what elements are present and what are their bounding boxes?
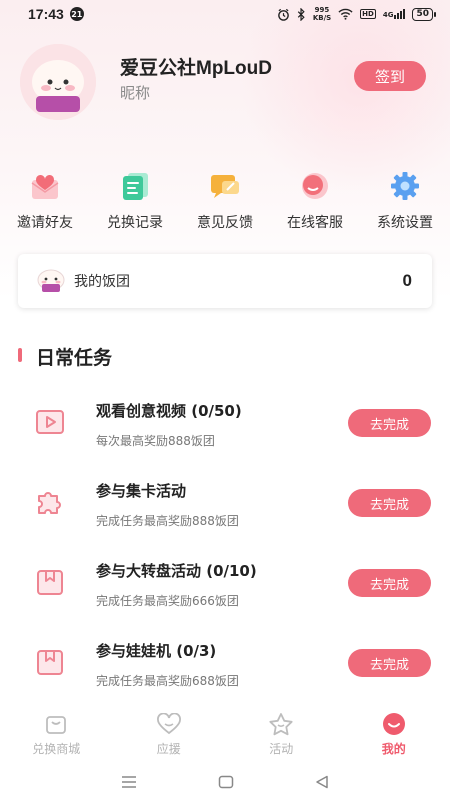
customer-service-icon	[298, 170, 332, 202]
net-speed-value: 995	[314, 6, 330, 14]
bottom-navigation: 兑换商城 应援 活动 我的	[0, 706, 450, 764]
status-bar: 17:43 21 995 KB/S HD 4G 50	[0, 0, 450, 28]
star-icon	[268, 712, 294, 736]
quick-action-invite-friends[interactable]: 邀请好友	[0, 170, 90, 236]
status-time: 17:43	[28, 6, 64, 22]
quick-action-customer-service[interactable]: 在线客服	[270, 170, 360, 236]
task-title: 参与集卡活动	[96, 482, 187, 500]
battery-icon: 50	[412, 7, 436, 21]
task-title: 参与娃娃机 (0/3)	[96, 642, 217, 660]
nav-label: 兑换商城	[32, 742, 81, 756]
hd-badge: HD	[360, 9, 376, 19]
task-complete-button[interactable]: 去完成	[348, 409, 431, 437]
document-icon	[118, 170, 152, 202]
nav-label: 活动	[269, 742, 294, 756]
task-complete-button[interactable]: 去完成	[348, 569, 431, 597]
nav-tab-activities[interactable]: 活动	[225, 706, 338, 764]
nav-label: 应援	[156, 742, 181, 756]
rice-ball-count: 0	[402, 271, 412, 290]
avatar-image	[20, 44, 96, 120]
task-complete-button[interactable]: 去完成	[348, 649, 431, 677]
daily-tasks-title: 日常任务	[36, 347, 113, 369]
alarm-icon	[277, 8, 289, 21]
system-navigation-bar	[0, 764, 450, 800]
task-complete-button[interactable]: 去完成	[348, 489, 431, 517]
nickname[interactable]: 昵称	[120, 82, 150, 103]
task-title: 参与大转盘活动 (0/10)	[96, 562, 257, 580]
video-play-icon	[36, 410, 64, 434]
nav-tab-mine[interactable]: 我的	[338, 706, 450, 764]
quick-action-system-settings[interactable]: 系统设置	[360, 170, 450, 236]
task-item-watch-video: 观看创意视频 (0/50) 每次最高奖励888饭团 去完成	[0, 384, 450, 464]
task-item-card-collection: 参与集卡活动 完成任务最高奖励888饭团 去完成	[0, 464, 450, 544]
task-item-big-wheel: 参与大转盘活动 (0/10) 完成任务最高奖励666饭团 去完成	[0, 544, 450, 624]
quick-action-label: 兑换记录	[107, 215, 163, 231]
shop-bag-icon	[43, 712, 69, 736]
wifi-icon	[338, 8, 353, 20]
quick-actions: 邀请好友 兑换记录 意见反馈 在线客服 系统设置	[0, 170, 450, 236]
home-icon[interactable]	[218, 775, 234, 789]
feedback-icon	[208, 170, 242, 202]
rice-ball-label: 我的饭团	[74, 274, 130, 290]
quick-action-exchange-records[interactable]: 兑换记录	[90, 170, 180, 236]
my-rice-ball-card[interactable]: 我的饭团 0	[18, 254, 432, 308]
status-icons: 995 KB/S HD 4G 50	[277, 6, 436, 22]
bookmark-icon	[37, 570, 63, 595]
network-type: 4G	[382, 11, 394, 19]
checkin-button[interactable]: 签到	[354, 61, 426, 91]
signal-icon: 4G	[383, 9, 406, 19]
task-description: 完成任务最高奖励666饭团	[96, 594, 239, 608]
nav-tab-support[interactable]: 应援	[113, 706, 226, 764]
quick-action-feedback[interactable]: 意见反馈	[180, 170, 270, 236]
quick-action-label: 系统设置	[377, 215, 433, 231]
task-description: 完成任务最高奖励888饭团	[96, 514, 239, 528]
menu-icon[interactable]	[121, 776, 137, 788]
task-description: 完成任务最高奖励688饭团	[96, 674, 239, 688]
net-speed-unit: KB/S	[312, 14, 332, 22]
task-description: 每次最高奖励888饭团	[96, 434, 215, 448]
quick-action-label: 在线客服	[287, 215, 343, 231]
net-speed: 995 KB/S	[313, 6, 331, 22]
username: 爱豆公社MpLouD	[120, 58, 272, 79]
section-accent-bar	[18, 348, 22, 362]
task-title: 观看创意视频 (0/50)	[96, 402, 242, 420]
bookmark-icon	[37, 650, 63, 675]
quick-action-label: 意见反馈	[197, 215, 253, 231]
smile-icon	[381, 712, 407, 736]
avatar[interactable]	[20, 44, 96, 120]
heart-envelope-icon	[28, 170, 62, 202]
notification-badge: 21	[69, 7, 84, 21]
quick-action-label: 邀请好友	[17, 215, 73, 231]
battery-level: 50	[412, 7, 433, 21]
task-item-claw-machine: 参与娃娃机 (0/3) 完成任务最高奖励688饭团 去完成	[0, 624, 450, 704]
gear-icon	[388, 170, 422, 202]
rice-ball-icon	[37, 269, 65, 292]
puzzle-icon	[38, 492, 61, 514]
nav-tab-exchange-mall[interactable]: 兑换商城	[0, 706, 113, 764]
heart-icon	[156, 712, 182, 736]
back-icon[interactable]	[315, 775, 329, 789]
nav-label: 我的	[381, 742, 406, 756]
bluetooth-icon	[297, 7, 305, 21]
